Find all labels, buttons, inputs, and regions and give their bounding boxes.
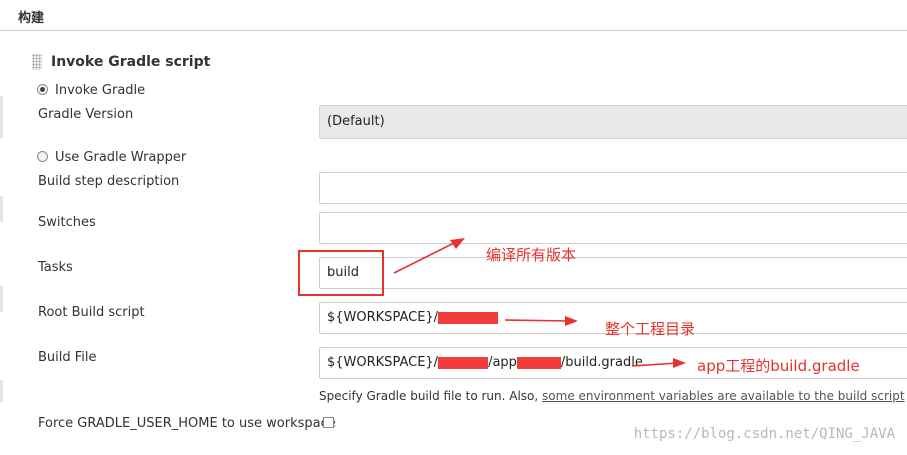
root-arrow <box>504 319 571 322</box>
root-annotation: 整个工程目录 <box>605 320 696 338</box>
build-file-annotation: app工程的build.gradle <box>697 357 860 375</box>
annotation-arrows <box>393 238 686 368</box>
build-file-arrowhead <box>673 358 686 368</box>
tasks-annotation: 编译所有版本 <box>486 246 577 264</box>
root-arrowhead <box>565 316 578 326</box>
tasks-arrow <box>393 240 459 274</box>
watermark: https://blog.csdn.net/QING_JAVA <box>633 426 895 442</box>
build-file-arrow <box>631 362 679 367</box>
